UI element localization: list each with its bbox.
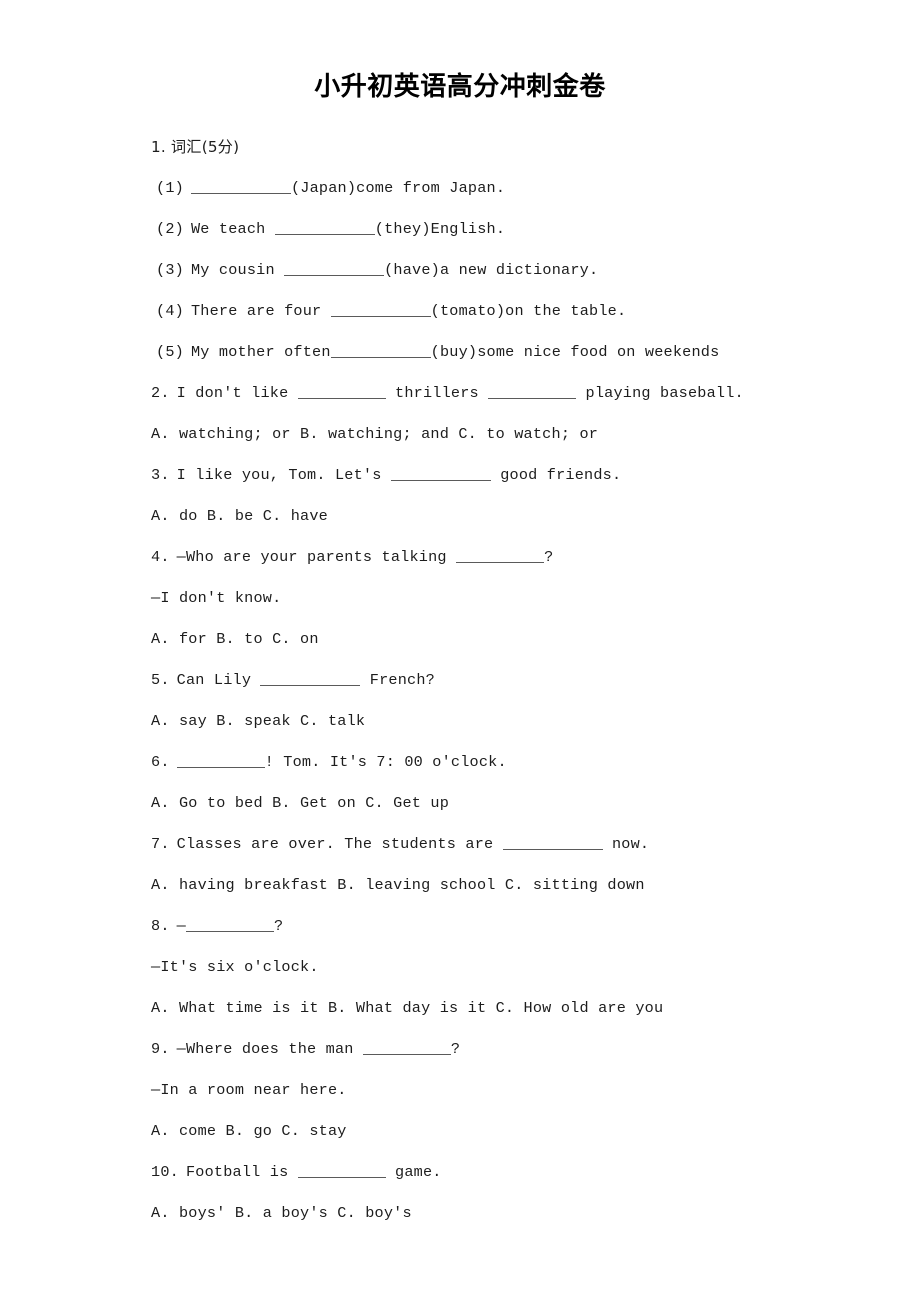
answer-blank[interactable] xyxy=(488,384,577,399)
stem-before: Classes are over. The students are xyxy=(176,835,503,853)
answer-blank[interactable] xyxy=(297,384,386,399)
question-number: 6. xyxy=(151,753,170,771)
stem-after: ? xyxy=(544,548,554,566)
question-7-stem: 7. Classes are over. The students are now… xyxy=(151,824,891,865)
fill-blank-item-1: (1) (Japan)come from Japan. xyxy=(151,168,891,209)
stem-before: —Where does the man xyxy=(176,1040,363,1058)
question-number: 10. xyxy=(151,1163,179,1181)
question-number: 7. xyxy=(151,835,170,853)
worksheet-page: 小升初英语高分冲刺金卷 1. 词汇(5分) (1) (Japan)come fro… xyxy=(0,0,920,1302)
stem-before: Football is xyxy=(185,1163,298,1181)
answer-blank[interactable] xyxy=(185,917,274,932)
question-6-options[interactable]: A. Go to bed B. Get on C. Get up xyxy=(151,783,891,824)
answer-blank[interactable] xyxy=(456,548,545,563)
question-number: 5. xyxy=(151,671,170,689)
answer-blank[interactable] xyxy=(502,835,603,850)
answer-blank[interactable] xyxy=(330,302,431,317)
item-stem-before: My cousin xyxy=(190,261,285,279)
stem-before: I don't like xyxy=(176,384,298,402)
stem-before: Can Lily xyxy=(176,671,261,689)
item-stem-before: We teach xyxy=(190,220,275,238)
question-10-options[interactable]: A. boys' B. a boy's C. boy's xyxy=(151,1193,891,1234)
item-stem-after: (they)English. xyxy=(374,220,506,238)
question-4-stem: 4. —Who are your parents talking ? xyxy=(151,537,891,578)
stem-after: French? xyxy=(360,671,435,689)
question-number: 3. xyxy=(151,466,170,484)
fill-blank-item-4: (4) There are four (tomato)on the table. xyxy=(151,291,891,332)
stem-middle: thrillers xyxy=(385,384,489,402)
stem-after: game. xyxy=(385,1163,442,1181)
stem-after: ! Tom. It's 7: 00 o'clock. xyxy=(264,753,507,771)
question-2-options[interactable]: A. watching; or B. watching; and C. to w… xyxy=(151,414,891,455)
stem-after: ? xyxy=(273,917,284,935)
question-9-reply: —In a room near here. xyxy=(151,1081,347,1099)
fill-blank-item-5: (5) My mother often (buy)some nice food on… xyxy=(151,332,891,373)
question-9-options[interactable]: A. come B. go C. stay xyxy=(151,1111,891,1152)
question-number: 9. xyxy=(151,1040,170,1058)
answer-blank[interactable] xyxy=(297,1163,386,1178)
question-number: 2. xyxy=(151,384,170,402)
answer-blank[interactable] xyxy=(274,220,375,235)
item-stem-before: My mother often xyxy=(190,343,331,361)
item-label: (3) xyxy=(156,261,184,279)
section-1-heading: 1. 词汇(5分) xyxy=(151,138,240,156)
question-5-stem: 5. Can Lily French? xyxy=(151,660,891,701)
question-8-reply: —It's six o'clock. xyxy=(151,958,319,976)
question-6-stem: 6. ! Tom. It's 7: 00 o'clock. xyxy=(151,742,891,783)
answer-blank[interactable] xyxy=(190,179,291,194)
stem-before: — xyxy=(176,917,186,935)
question-3-options[interactable]: A. do B. be C. have xyxy=(151,496,891,537)
item-stem-after: (Japan)come from Japan. xyxy=(290,179,506,197)
question-5-options[interactable]: A. say B. speak C. talk xyxy=(151,701,891,742)
stem-before: I like you, Tom. Let's xyxy=(176,466,391,484)
question-10-stem: 10. Football is game. xyxy=(151,1152,891,1193)
question-4-options[interactable]: A. for B. to C. on xyxy=(151,619,891,660)
question-9-stem: 9. —Where does the man ? xyxy=(151,1029,891,1070)
answer-blank[interactable] xyxy=(330,343,431,358)
answer-blank[interactable] xyxy=(362,1040,451,1055)
question-4-reply: —I don't know. xyxy=(151,589,282,607)
item-label: (4) xyxy=(156,302,184,320)
item-stem-after: (tomato)on the table. xyxy=(430,302,627,320)
question-7-options[interactable]: A. having breakfast B. leaving school C.… xyxy=(151,865,891,906)
stem-before: —Who are your parents talking xyxy=(176,548,457,566)
stem-after: now. xyxy=(602,835,650,853)
item-stem-after: (have)a new dictionary. xyxy=(384,261,599,279)
question-number: 8. xyxy=(151,917,170,935)
answer-blank[interactable] xyxy=(176,753,265,768)
item-label: (2) xyxy=(156,220,184,238)
item-label: (1) xyxy=(156,179,184,197)
question-8-options[interactable]: A. What time is it B. What day is it C. … xyxy=(151,988,891,1029)
answer-blank[interactable] xyxy=(390,466,491,481)
answer-blank[interactable] xyxy=(260,671,361,686)
stem-after: ? xyxy=(450,1040,461,1058)
question-number: 4. xyxy=(151,548,170,566)
item-stem-after: (buy)some nice food on weekends xyxy=(430,343,720,361)
question-2-stem: 2. I don't like thrillers playing basebal… xyxy=(151,373,891,414)
stem-after: good friends. xyxy=(490,466,622,484)
fill-blank-item-2: (2) We teach (they)English. xyxy=(151,209,891,250)
question-3-stem: 3. I like you, Tom. Let's good friends. xyxy=(151,455,891,496)
item-label: (5) xyxy=(156,343,184,361)
item-stem-before: There are four xyxy=(190,302,331,320)
fill-blank-item-3: (3) My cousin (have)a new dictionary. xyxy=(151,250,891,291)
answer-blank[interactable] xyxy=(284,261,385,276)
stem-after: playing baseball. xyxy=(576,384,744,402)
worksheet-body: 1. 词汇(5分) (1) (Japan)come from Japan. (2)… xyxy=(151,127,891,1234)
question-8-stem: 8. —? xyxy=(151,906,891,947)
page-title: 小升初英语高分冲刺金卷 xyxy=(314,72,606,102)
